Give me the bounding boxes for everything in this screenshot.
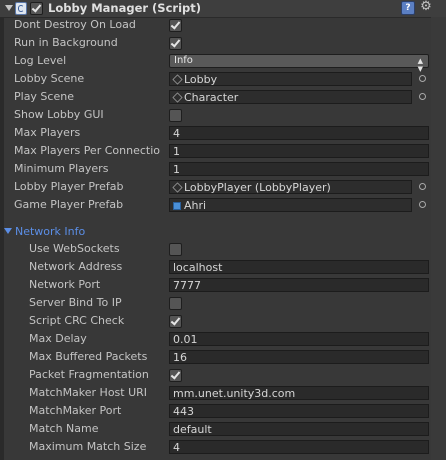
inspector-panel: Lobby Manager (Script) ? ⚙ Dont Destroy … [0, 0, 446, 460]
max-delay-input[interactable]: 0.01 [169, 332, 429, 346]
field-row-maximum-match-size: Maximum Match Size 4 [0, 438, 430, 456]
lobby-scene-object-value: Lobby [184, 73, 218, 86]
game-player-prefab-object-value: Ahri [184, 199, 207, 212]
field-row-matchmaker-host-uri: MatchMaker Host URI mm.unet.unity3d.com [0, 384, 430, 402]
fold-arrow-icon[interactable] [5, 5, 13, 11]
component-enabled-checkbox[interactable] [30, 2, 43, 15]
field-row-show-lobby-gui: Show Lobby GUI [0, 106, 430, 124]
max-delay-label: Max Delay [29, 332, 87, 345]
use-websockets-label: Use WebSockets [29, 242, 120, 255]
unity-scene-icon [172, 74, 183, 85]
field-row-run-in-background: Run in Background [0, 34, 430, 52]
max-players-per-connectio-input[interactable]: 1 [169, 144, 429, 158]
object-picker-icon[interactable] [419, 201, 426, 208]
field-row-max-delay: Max Delay 0.01 [0, 330, 430, 348]
maximum-match-size-label: Maximum Match Size [29, 440, 147, 453]
lobby-player-prefab-label: Lobby Player Prefab [14, 180, 124, 193]
script-asset-icon [172, 182, 183, 193]
component-title: Lobby Manager (Script) [48, 1, 202, 15]
dont-destroy-on-load-checkbox[interactable] [169, 19, 182, 32]
lobby-player-prefab-object-value: LobbyPlayer (LobbyPlayer) [184, 181, 331, 194]
field-row-use-websockets: Use WebSockets [0, 240, 430, 258]
game-player-prefab-object-field[interactable]: Ahri [169, 198, 412, 212]
field-row-max-players: Max Players 4 [0, 124, 430, 142]
object-picker-icon[interactable] [419, 183, 426, 190]
object-picker-icon[interactable] [419, 75, 426, 82]
show-lobby-gui-label: Show Lobby GUI [14, 108, 104, 121]
game-player-prefab-label: Game Player Prefab [14, 198, 124, 211]
maximum-match-size-input[interactable]: 4 [169, 440, 429, 454]
network-address-label: Network Address [29, 260, 123, 273]
match-name-input[interactable]: default [169, 422, 429, 436]
max-buffered-packets-input[interactable]: 16 [169, 350, 429, 364]
field-row-max-players-per-connectio: Max Players Per Connectio 1 [0, 142, 430, 160]
log-level-label: Log Level [14, 54, 67, 67]
field-row-game-player-prefab: Game Player Prefab Ahri [0, 196, 430, 214]
matchmaker-port-input[interactable]: 443 [169, 404, 429, 418]
help-icon[interactable]: ? [401, 1, 415, 15]
network-port-input[interactable]: 7777 [169, 278, 429, 292]
field-row-log-level: Log Level Info ▲ ▼ [0, 52, 430, 73]
script-icon [15, 2, 27, 15]
max-players-per-connectio-label: Max Players Per Connectio [14, 144, 160, 157]
script-crc-check-label: Script CRC Check [29, 314, 125, 327]
scrollbar-track[interactable] [431, 17, 446, 460]
unity-scene-icon [172, 92, 183, 103]
dont-destroy-on-load-label: Dont Destroy On Load [14, 18, 136, 31]
field-row-play-scene: Play Scene Character [0, 88, 430, 106]
foldout-arrow-icon[interactable] [4, 228, 12, 234]
field-row-max-buffered-packets: Max Buffered Packets 16 [0, 348, 430, 366]
max-players-label: Max Players [14, 126, 81, 139]
minimum-players-input[interactable]: 1 [169, 162, 429, 176]
matchmaker-port-label: MatchMaker Port [29, 404, 122, 417]
field-row-dont-destroy-on-load: Dont Destroy On Load [0, 16, 430, 34]
server-bind-to-ip-checkbox[interactable] [169, 297, 182, 310]
network-port-label: Network Port [29, 278, 101, 291]
match-name-label: Match Name [29, 422, 99, 435]
field-row-matchmaker-port: MatchMaker Port 443 [0, 402, 430, 420]
field-row-server-bind-to-ip: Server Bind To IP [0, 294, 430, 312]
field-row-packet-fragmentation: Packet Fragmentation [0, 366, 430, 384]
run-in-background-label: Run in Background [14, 36, 118, 49]
max-players-input[interactable]: 4 [169, 126, 429, 140]
play-scene-label: Play Scene [14, 90, 74, 103]
gear-icon[interactable]: ⚙ [419, 0, 433, 14]
field-row-lobby-scene: Lobby Scene Lobby [0, 70, 430, 88]
packet-fragmentation-checkbox[interactable] [169, 369, 182, 382]
play-scene-object-value: Character [184, 91, 239, 104]
field-row-match-name: Match Name default [0, 420, 430, 438]
lobby-scene-label: Lobby Scene [14, 72, 85, 85]
script-crc-check-checkbox[interactable] [169, 315, 182, 328]
log-level-dropdown[interactable]: Info ▲ ▼ [169, 54, 429, 73]
object-picker-icon[interactable] [419, 93, 426, 100]
use-websockets-checkbox[interactable] [169, 243, 182, 256]
prefab-icon [173, 202, 181, 210]
play-scene-object-field[interactable]: Character [169, 90, 412, 104]
matchmaker-host-uri-label: MatchMaker Host URI [29, 386, 148, 399]
show-lobby-gui-checkbox[interactable] [169, 109, 182, 122]
field-row-script-crc-check: Script CRC Check [0, 312, 430, 330]
network-info-foldout[interactable]: Network Info [4, 224, 85, 240]
packet-fragmentation-label: Packet Fragmentation [29, 368, 149, 381]
matchmaker-host-uri-input[interactable]: mm.unet.unity3d.com [169, 386, 429, 400]
run-in-background-checkbox[interactable] [169, 37, 182, 50]
minimum-players-label: Minimum Players [14, 162, 109, 175]
server-bind-to-ip-label: Server Bind To IP [29, 296, 122, 309]
lobby-scene-object-field[interactable]: Lobby [169, 72, 412, 86]
log-level-dropdown-value: Info [174, 55, 193, 66]
field-row-lobby-player-prefab: Lobby Player Prefab LobbyPlayer (LobbyPla… [0, 178, 430, 196]
field-row-network-address: Network Address localhost [0, 258, 430, 276]
network-address-input[interactable]: localhost [169, 260, 429, 274]
lobby-player-prefab-object-field[interactable]: LobbyPlayer (LobbyPlayer) [169, 180, 412, 194]
field-row-minimum-players: Minimum Players 1 [0, 160, 430, 178]
max-buffered-packets-label: Max Buffered Packets [29, 350, 148, 363]
network-info-title: Network Info [15, 225, 86, 238]
field-row-network-port: Network Port 7777 [0, 276, 430, 294]
